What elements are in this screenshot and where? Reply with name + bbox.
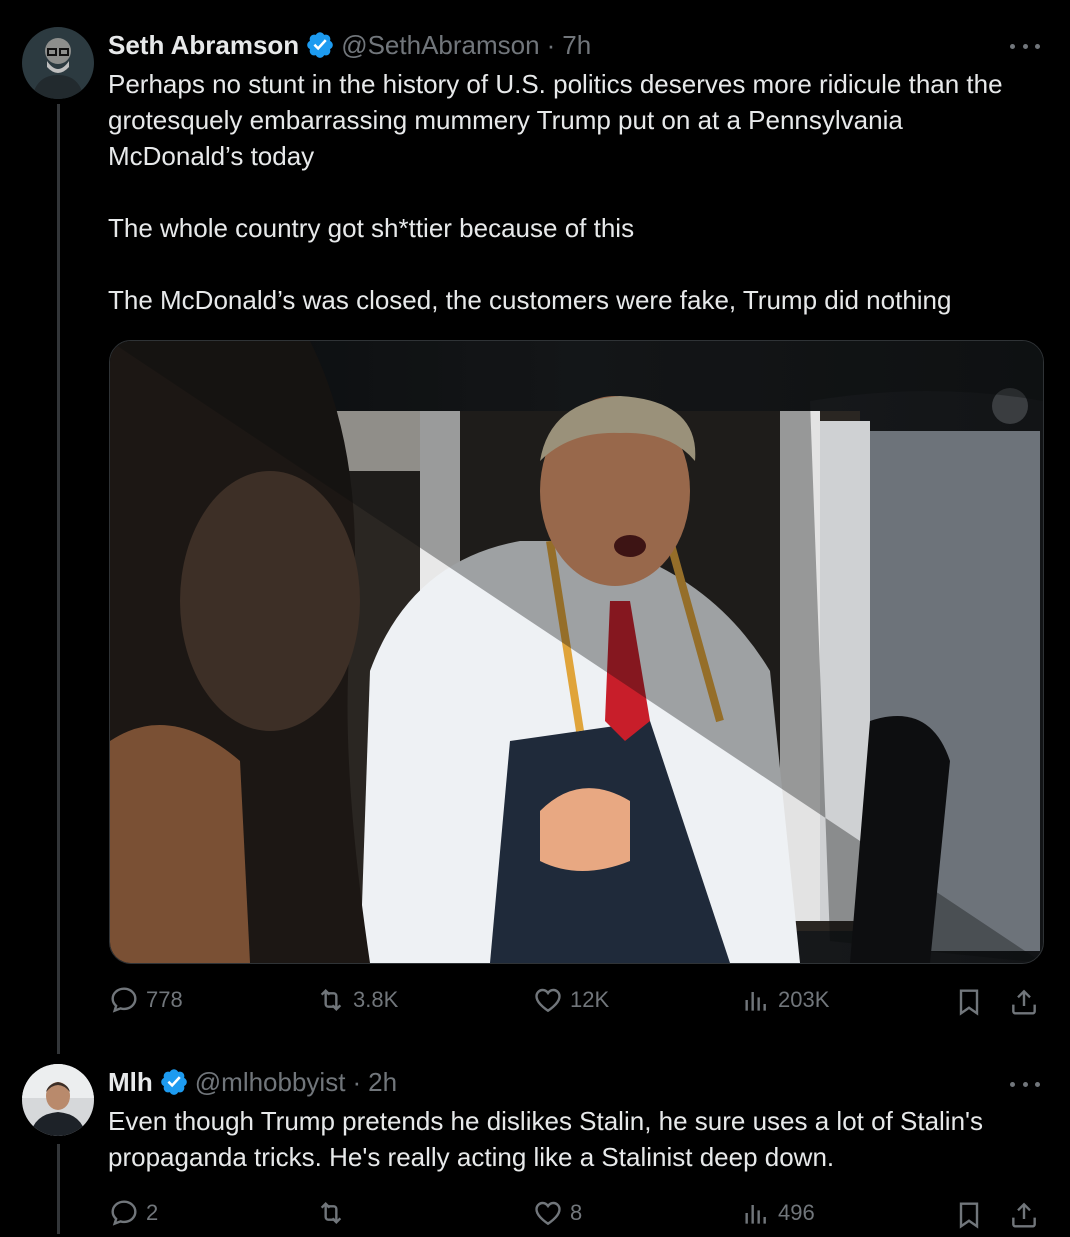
- reply-button[interactable]: 2: [108, 1197, 158, 1229]
- share-icon[interactable]: [1008, 1199, 1040, 1231]
- post-text: Even though Trump pretends he dislikes S…: [108, 1103, 1038, 1175]
- reply-icon: [111, 1200, 137, 1226]
- bookmark-icon[interactable]: [953, 986, 985, 1018]
- heart-icon: [535, 1201, 561, 1226]
- like-button[interactable]: 8: [532, 1197, 582, 1229]
- verified-badge-icon[interactable]: [159, 1067, 189, 1097]
- post-paragraph: Perhaps no stunt in the history of U.S. …: [108, 69, 1003, 171]
- reply-count: 778: [146, 987, 183, 1012]
- thread-line: [57, 104, 60, 1054]
- reply-button[interactable]: 778: [108, 984, 183, 1016]
- avatar[interactable]: [22, 27, 94, 99]
- bookmark-icon[interactable]: [953, 1199, 985, 1231]
- author-handle[interactable]: @mlhobbyist: [195, 1067, 346, 1098]
- views-button[interactable]: 203K: [740, 984, 829, 1016]
- more-options-icon[interactable]: [1010, 36, 1040, 56]
- views-count: 496: [778, 1200, 815, 1225]
- post-time[interactable]: 2h: [368, 1067, 397, 1098]
- views-count: 203K: [778, 987, 830, 1012]
- heart-icon: [535, 988, 561, 1013]
- like-count: 12K: [570, 987, 610, 1012]
- post-paragraph: The whole country got sh*ttier because o…: [108, 213, 635, 243]
- post-mlh[interactable]: Mlh @mlhobbyist · 2h Even though Trump p…: [0, 1050, 1070, 1234]
- more-options-icon[interactable]: [1010, 1074, 1040, 1094]
- views-button[interactable]: 496: [740, 1197, 815, 1229]
- reply-count: 2: [146, 1200, 159, 1225]
- views-chart-icon: [745, 992, 766, 1011]
- thread-line: [57, 1144, 60, 1234]
- post-header: Seth Abramson @SethAbramson · 7h: [108, 27, 591, 63]
- repost-count: 3.8K: [353, 987, 399, 1012]
- post-actions: 778 3.8K 12K 203K: [108, 984, 1043, 1024]
- repost-icon: [320, 1201, 342, 1225]
- author-name[interactable]: Mlh: [108, 1067, 153, 1098]
- post-image[interactable]: [109, 340, 1044, 964]
- separator-dot: ·: [352, 1066, 362, 1097]
- repost-button[interactable]: [315, 1197, 353, 1229]
- avatar[interactable]: [22, 1064, 94, 1136]
- verified-badge-icon[interactable]: [305, 30, 335, 60]
- post-header: Mlh @mlhobbyist · 2h: [108, 1064, 397, 1100]
- post-seth-abramson[interactable]: Seth Abramson @SethAbramson · 7h Perhaps…: [0, 0, 1070, 1054]
- share-icon[interactable]: [1008, 986, 1040, 1018]
- author-handle[interactable]: @SethAbramson: [341, 30, 539, 61]
- like-button[interactable]: 12K: [532, 984, 609, 1016]
- repost-icon: [320, 988, 342, 1012]
- post-text: Perhaps no stunt in the history of U.S. …: [108, 66, 1038, 318]
- post-time[interactable]: 7h: [562, 30, 591, 61]
- separator-dot: ·: [546, 29, 556, 60]
- reply-icon: [111, 987, 137, 1013]
- post-paragraph: Even though Trump pretends he dislikes S…: [108, 1106, 984, 1172]
- post-actions: 2 8 496: [108, 1197, 1043, 1237]
- like-count: 8: [570, 1200, 583, 1225]
- author-name[interactable]: Seth Abramson: [108, 30, 299, 61]
- views-chart-icon: [745, 1205, 766, 1224]
- post-paragraph: The McDonald’s was closed, the customers…: [108, 285, 952, 315]
- repost-button[interactable]: 3.8K: [315, 984, 398, 1016]
